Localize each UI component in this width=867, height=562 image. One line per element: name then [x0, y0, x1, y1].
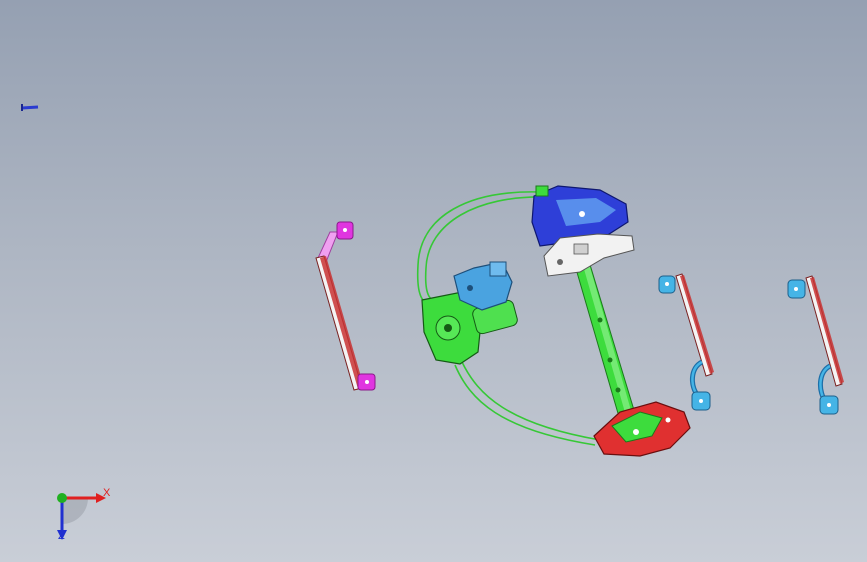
- cad-viewport[interactable]: X Z: [0, 0, 867, 562]
- guide-rail-icon[interactable]: [0, 0, 867, 562]
- axis-triad[interactable]: X Z: [40, 480, 120, 550]
- axis-z-label: Z: [58, 530, 65, 542]
- axis-x-label: X: [103, 487, 111, 499]
